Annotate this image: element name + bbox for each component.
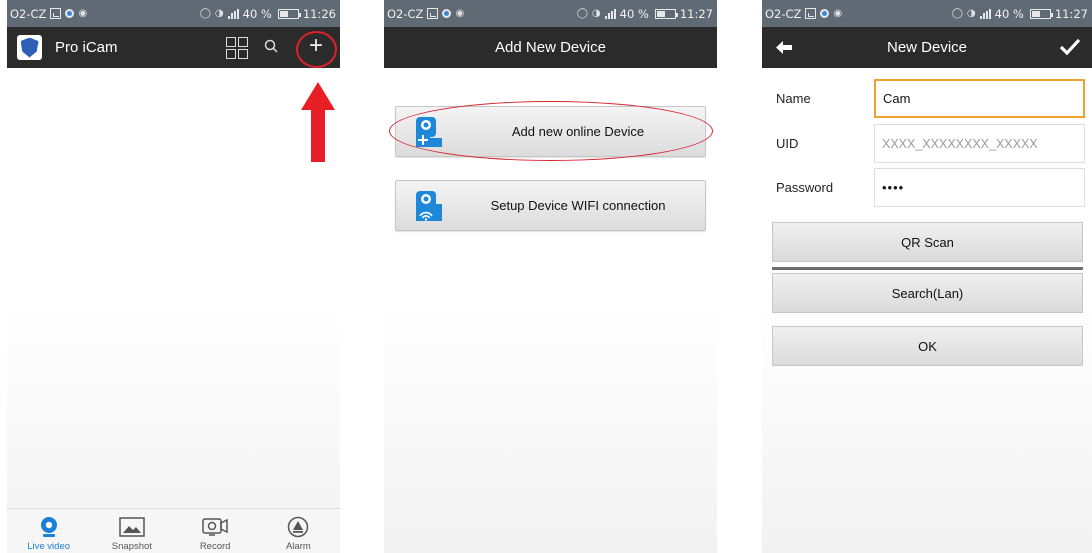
clock: 11:26 bbox=[302, 6, 336, 21]
snapshot-icon bbox=[119, 517, 145, 537]
notification-icon: ◉ bbox=[78, 8, 88, 19]
battery-percent: 40 % bbox=[619, 6, 649, 21]
status-bar: O2-CZ ◉ ◯ ◑ 40 % 11:26 bbox=[7, 0, 340, 27]
carrier-label: O2-CZ bbox=[387, 6, 424, 21]
ok-button[interactable]: OK bbox=[772, 326, 1083, 366]
uid-label: UID bbox=[776, 136, 799, 151]
app-bar: New Device bbox=[762, 27, 1092, 68]
password-row: Password •••• bbox=[762, 168, 1092, 208]
name-row: Name Cam bbox=[762, 79, 1092, 119]
alarm-icon bbox=[288, 516, 309, 538]
vibrate-icon: ◯ bbox=[199, 8, 211, 19]
highlight-ellipse bbox=[389, 101, 713, 161]
qr-scan-button[interactable]: QR Scan bbox=[772, 222, 1083, 262]
wifi-icon: ◑ bbox=[591, 8, 601, 19]
nav-record[interactable]: Record bbox=[174, 509, 257, 553]
vibrate-icon: ◯ bbox=[576, 8, 588, 19]
nav-snapshot[interactable]: Snapshot bbox=[90, 509, 173, 553]
check-icon[interactable] bbox=[1060, 38, 1080, 56]
app-title: Pro iCam bbox=[55, 39, 118, 56]
setup-wifi-button[interactable]: Setup Device WIFI connection bbox=[395, 180, 706, 231]
screen-pro-icam-home: O2-CZ ◉ ◯ ◑ 40 % 11:26 Pro iCam + Live v… bbox=[7, 0, 340, 553]
nav-alarm[interactable]: Alarm bbox=[257, 509, 340, 553]
nav-label: Snapshot bbox=[111, 541, 152, 552]
name-label: Name bbox=[776, 91, 811, 106]
battery-icon bbox=[1029, 8, 1053, 19]
password-field[interactable]: •••• bbox=[874, 168, 1085, 207]
status-bar: O2-CZ ◉ ◯ ◑ 40 % 11:27 bbox=[762, 0, 1092, 27]
screen-add-new-device: O2-CZ ◉ ◯ ◑ 40 % 11:27 Add New Device Ad… bbox=[384, 0, 717, 553]
battery-icon bbox=[277, 8, 301, 19]
notification-icon: ◉ bbox=[455, 8, 465, 19]
notification-dot-icon bbox=[65, 9, 75, 18]
status-bar: O2-CZ ◉ ◯ ◑ 40 % 11:27 bbox=[384, 0, 717, 27]
search-lan-button[interactable]: Search(Lan) bbox=[772, 273, 1083, 313]
signal-icon bbox=[227, 8, 239, 19]
uid-row: UID XXXX_XXXXXXXX_XXXXX bbox=[762, 124, 1092, 164]
app-logo-icon bbox=[17, 35, 42, 60]
grid-view-icon[interactable] bbox=[226, 37, 248, 59]
clock: 11:27 bbox=[1054, 6, 1088, 21]
carrier-label: O2-CZ bbox=[10, 6, 47, 21]
nav-label: Alarm bbox=[285, 541, 311, 552]
app-bar: Add New Device bbox=[384, 27, 717, 68]
screenshot-icon bbox=[427, 8, 439, 19]
wifi-camera-icon bbox=[416, 191, 442, 221]
app-bar: Pro iCam + bbox=[7, 27, 340, 68]
highlight-circle bbox=[296, 31, 337, 68]
notification-dot-icon bbox=[820, 9, 830, 18]
vibrate-icon: ◯ bbox=[951, 8, 963, 19]
password-label: Password bbox=[776, 180, 834, 195]
record-icon bbox=[202, 518, 228, 536]
live-video-icon bbox=[40, 517, 57, 537]
carrier-label: O2-CZ bbox=[765, 6, 802, 21]
screenshot-icon bbox=[50, 8, 62, 19]
nav-label: Live video bbox=[27, 541, 71, 552]
bottom-navigation: Live video Snapshot Record Alarm bbox=[7, 508, 340, 553]
uid-field[interactable]: XXXX_XXXXXXXX_XXXXX bbox=[874, 124, 1085, 163]
notification-dot-icon bbox=[442, 9, 452, 18]
wifi-icon: ◑ bbox=[966, 8, 976, 19]
battery-percent: 40 % bbox=[994, 6, 1024, 21]
clock: 11:27 bbox=[679, 6, 713, 21]
signal-icon bbox=[979, 8, 991, 19]
page-title: New Device bbox=[886, 39, 968, 56]
screen-new-device-form: O2-CZ ◉ ◯ ◑ 40 % 11:27 New Device Name C… bbox=[762, 0, 1092, 553]
battery-percent: 40 % bbox=[242, 6, 272, 21]
signal-icon bbox=[604, 8, 616, 19]
nav-live-video[interactable]: Live video bbox=[7, 509, 90, 553]
wifi-icon: ◑ bbox=[214, 8, 224, 19]
nav-label: Record bbox=[199, 541, 231, 552]
search-icon[interactable] bbox=[264, 39, 278, 53]
button-label: Setup Device WIFI connection bbox=[490, 198, 666, 213]
notification-icon: ◉ bbox=[833, 8, 843, 19]
screenshot-icon bbox=[805, 8, 817, 19]
page-title: Add New Device bbox=[495, 39, 606, 56]
red-arrow-annotation bbox=[301, 82, 335, 162]
separator bbox=[772, 267, 1083, 270]
battery-icon bbox=[654, 8, 678, 19]
name-field[interactable]: Cam bbox=[874, 79, 1085, 118]
